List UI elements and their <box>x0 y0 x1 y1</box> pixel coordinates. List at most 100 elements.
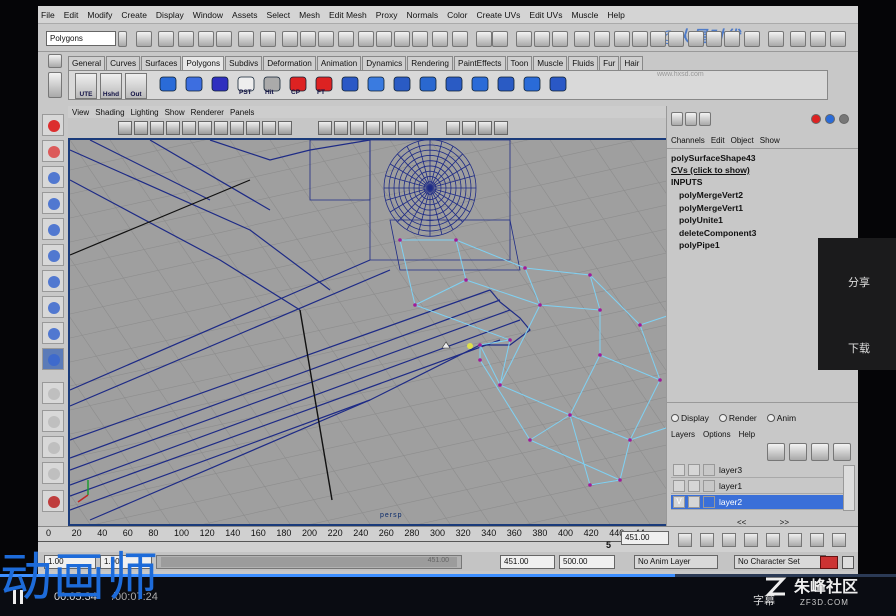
time-slider[interactable]: 0 20 40 60 80 100 120 140 160 180 200 220 240 260 280 3… <box>38 526 858 552</box>
viewport-menu-view[interactable]: View <box>72 108 89 117</box>
channel-box-menu-show[interactable]: Show <box>760 136 780 145</box>
soft-mod-icon[interactable] <box>42 296 64 318</box>
shelf-options-icon[interactable] <box>48 54 62 68</box>
step-forward-icon[interactable] <box>810 533 824 547</box>
menu-create-uvs[interactable]: Create UVs <box>476 10 520 20</box>
layer-row[interactable]: layer3 <box>671 463 843 478</box>
curve-icon[interactable] <box>209 74 231 98</box>
history-node[interactable]: polyPipe1 <box>679 239 756 252</box>
layer-row[interactable]: Vlayer2 <box>671 495 843 510</box>
status-tool-icon[interactable] <box>198 31 214 47</box>
play-back-icon[interactable] <box>744 533 758 547</box>
go-start-icon[interactable] <box>678 533 692 547</box>
layout-persp-icon[interactable] <box>42 462 64 484</box>
tab-rendering[interactable]: Rendering <box>407 56 453 70</box>
status-tool-icon[interactable] <box>238 31 254 47</box>
status-tool-icon[interactable] <box>216 31 232 47</box>
split-icon[interactable] <box>443 74 465 98</box>
menu-modify[interactable]: Modify <box>87 10 112 20</box>
status-tool-icon[interactable] <box>412 31 428 47</box>
history-node[interactable]: polyMergeVert2 <box>679 189 756 202</box>
mesh-icon[interactable] <box>391 74 413 98</box>
viewport-tool-icon[interactable] <box>214 121 228 135</box>
menu-create[interactable]: Create <box>121 10 147 20</box>
status-tool-icon[interactable] <box>300 31 316 47</box>
tab-animation[interactable]: Animation <box>316 56 362 70</box>
viewport-tool-icon[interactable] <box>262 121 276 135</box>
flatten-icon[interactable] <box>521 74 543 98</box>
status-tool-icon[interactable] <box>668 31 684 47</box>
shelf-hshd-button[interactable]: Hshd <box>100 73 122 99</box>
shape-node-name[interactable]: polySurfaceShape43 <box>671 152 756 165</box>
menu-mesh[interactable]: Mesh <box>299 10 320 20</box>
layer-sort-icon[interactable] <box>833 443 851 461</box>
select-tool-icon[interactable] <box>42 114 64 136</box>
universal-manip-icon[interactable] <box>42 270 64 292</box>
layout-single-icon[interactable] <box>42 382 64 404</box>
status-tool-icon[interactable] <box>574 31 590 47</box>
viewport-tool-icon[interactable] <box>398 121 412 135</box>
status-tool-icon[interactable] <box>650 31 666 47</box>
viewport-tool-icon[interactable] <box>350 121 364 135</box>
shelf-out-button[interactable]: Out <box>125 73 147 99</box>
play-forward-icon[interactable] <box>766 533 780 547</box>
layer-menu-layers[interactable]: Layers <box>671 430 695 439</box>
layer-template-toggle[interactable] <box>688 480 700 492</box>
viewport-tool-icon[interactable] <box>134 121 148 135</box>
viewport-tool-icon[interactable] <box>278 121 292 135</box>
layout-two-icon[interactable] <box>42 436 64 458</box>
shelf-ute-button[interactable]: UTE <box>75 73 97 99</box>
range-bar[interactable]: 451.00 <box>156 555 462 569</box>
status-tool-icon[interactable] <box>790 31 806 47</box>
status-tool-icon[interactable] <box>282 31 298 47</box>
layer-color-swatch[interactable] <box>703 480 715 492</box>
layer-menu-help[interactable]: Help <box>739 430 755 439</box>
lasso-tool-icon[interactable] <box>42 140 64 162</box>
status-tool-icon[interactable] <box>338 31 354 47</box>
paint-select-icon[interactable] <box>42 166 64 188</box>
status-tool-icon[interactable] <box>516 31 532 47</box>
menu-edit-uvs[interactable]: Edit UVs <box>529 10 562 20</box>
status-tool-icon[interactable] <box>318 31 334 47</box>
viewport-menu-show[interactable]: Show <box>165 108 185 117</box>
channel-edit-icon[interactable] <box>811 114 821 124</box>
history-node[interactable]: deleteComponent3 <box>679 227 756 240</box>
tab-curves[interactable]: Curves <box>106 56 141 70</box>
status-tool-icon[interactable] <box>534 31 550 47</box>
status-tool-icon[interactable] <box>178 31 194 47</box>
tab-surfaces[interactable]: Surfaces <box>141 56 182 70</box>
viewport-tool-icon[interactable] <box>382 121 396 135</box>
deform-icon[interactable] <box>365 74 387 98</box>
prefs-icon[interactable] <box>842 556 854 569</box>
auto-key-icon[interactable] <box>820 556 838 569</box>
attr-editor-icon[interactable] <box>685 112 697 126</box>
dropdown-arrow-icon[interactable] <box>118 31 127 47</box>
viewport-menu-renderer[interactable]: Renderer <box>191 108 224 117</box>
status-tool-icon[interactable] <box>432 31 448 47</box>
combine-icon[interactable] <box>469 74 491 98</box>
layer-template-toggle[interactable] <box>688 464 700 476</box>
shelf-menu-icon[interactable] <box>48 72 62 98</box>
tab-polygons[interactable]: Polygons <box>182 56 225 70</box>
viewport-tool-icon[interactable] <box>446 121 460 135</box>
viewport-tool-icon[interactable] <box>494 121 508 135</box>
playback-end-field[interactable]: 451.00 <box>500 555 555 569</box>
viewport-tool-icon[interactable] <box>478 121 492 135</box>
status-tool-icon[interactable] <box>136 31 152 47</box>
range-handle[interactable]: 451.00 <box>161 557 457 567</box>
status-tool-icon[interactable] <box>830 31 846 47</box>
menu-help[interactable]: Help <box>607 10 624 20</box>
tab-painteffects[interactable]: PaintEffects <box>453 56 506 70</box>
status-tool-icon[interactable] <box>376 31 392 47</box>
tab-hair[interactable]: Hair <box>620 56 644 70</box>
viewport-tool-icon[interactable] <box>198 121 212 135</box>
download-button[interactable]: 下载 <box>848 340 870 356</box>
lasso-icon[interactable] <box>183 74 205 98</box>
status-tool-icon[interactable] <box>744 31 760 47</box>
step-back-icon[interactable] <box>700 533 714 547</box>
tab-fur[interactable]: Fur <box>599 56 620 70</box>
anim-end-field[interactable]: 500.00 <box>559 555 615 569</box>
status-tool-icon[interactable] <box>724 31 740 47</box>
move-tool-icon[interactable] <box>42 192 64 214</box>
status-tool-icon[interactable] <box>614 31 630 47</box>
